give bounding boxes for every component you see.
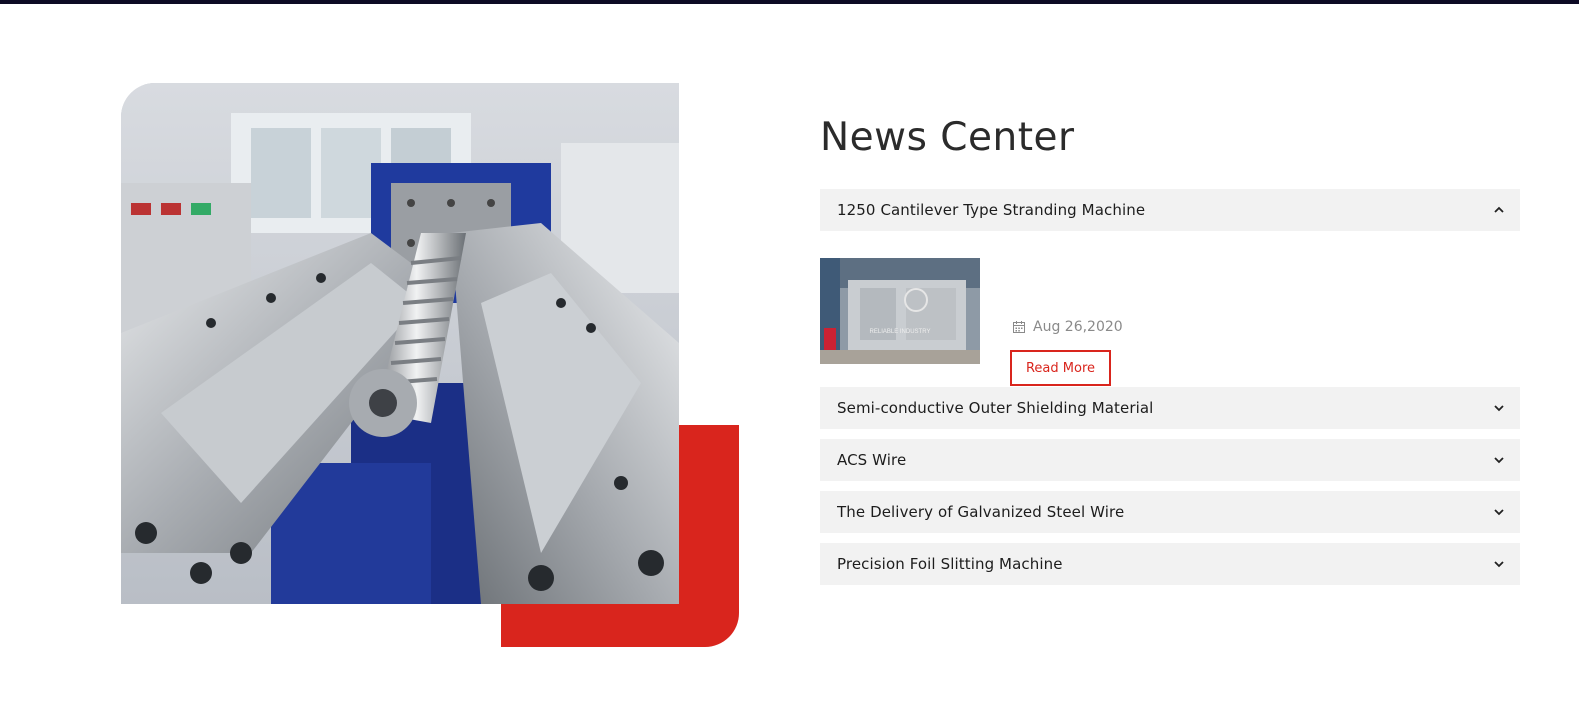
news-item: Semi-conductive Outer Shielding Material xyxy=(820,387,1520,429)
news-item-header[interactable]: ACS Wire xyxy=(820,439,1520,481)
news-item-title: The Delivery of Galvanized Steel Wire xyxy=(837,503,1125,521)
hero-machinery-image xyxy=(121,83,679,604)
chevron-down-icon xyxy=(1492,505,1506,519)
svg-text:RELIABLE INDUSTRY: RELIABLE INDUSTRY xyxy=(870,329,931,335)
chevron-down-icon xyxy=(1492,453,1506,467)
news-item-header[interactable]: Precision Foil Slitting Machine xyxy=(820,543,1520,585)
news-accordion: 1250 Cantilever Type Stranding Machine R… xyxy=(820,189,1520,585)
news-date: Aug 26,2020 xyxy=(1033,319,1123,335)
section-title: News Center xyxy=(820,115,1075,160)
news-date-row: Aug 26,2020 xyxy=(1012,319,1123,335)
news-thumbnail[interactable]: RELIABLE INDUSTRY xyxy=(820,258,980,364)
read-more-button[interactable]: Read More xyxy=(1010,350,1111,386)
chevron-down-icon xyxy=(1492,401,1506,415)
news-item: Precision Foil Slitting Machine xyxy=(820,543,1520,585)
news-item-title: Precision Foil Slitting Machine xyxy=(837,555,1063,573)
news-item: 1250 Cantilever Type Stranding Machine R… xyxy=(820,189,1520,387)
chevron-up-icon xyxy=(1492,203,1506,217)
news-item-title: 1250 Cantilever Type Stranding Machine xyxy=(837,201,1146,219)
news-item: The Delivery of Galvanized Steel Wire xyxy=(820,491,1520,533)
news-item-header[interactable]: 1250 Cantilever Type Stranding Machine xyxy=(820,189,1520,231)
news-item-body: RELIABLE INDUSTRY Aug 26,2020 Read More xyxy=(820,231,1520,387)
news-item-header[interactable]: The Delivery of Galvanized Steel Wire xyxy=(820,491,1520,533)
news-item-header[interactable]: Semi-conductive Outer Shielding Material xyxy=(820,387,1520,429)
top-accent-bar xyxy=(0,0,1579,4)
calendar-icon xyxy=(1012,320,1026,334)
news-item-title: ACS Wire xyxy=(837,451,907,469)
news-item: ACS Wire xyxy=(820,439,1520,481)
chevron-down-icon xyxy=(1492,557,1506,571)
news-item-title: Semi-conductive Outer Shielding Material xyxy=(837,399,1154,417)
